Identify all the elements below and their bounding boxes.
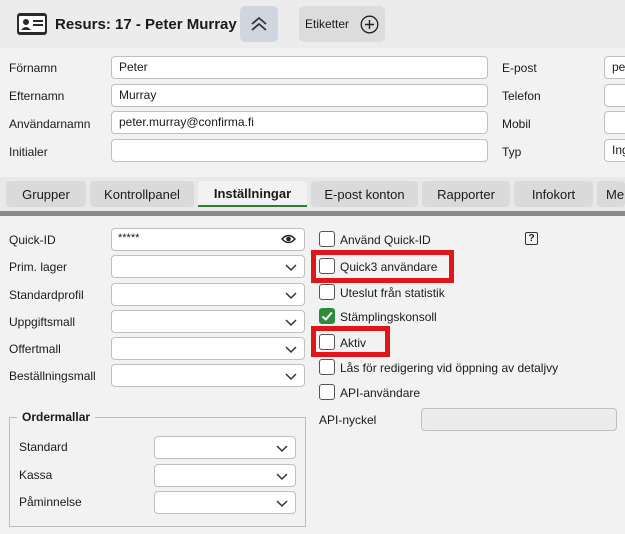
email-label: E-post bbox=[502, 61, 537, 75]
username-label: Användarnamn bbox=[9, 117, 91, 131]
collapse-button[interactable] bbox=[240, 6, 278, 42]
mobile-field[interactable] bbox=[604, 111, 625, 134]
chevron-down-icon bbox=[285, 264, 297, 272]
plus-circle-icon bbox=[360, 15, 379, 34]
api-key-label: API-nyckel bbox=[319, 413, 377, 427]
chevron-down-icon bbox=[276, 500, 288, 508]
offer-template-label: Offertmall bbox=[9, 342, 61, 356]
type-label: Typ bbox=[502, 145, 522, 159]
page-title: Resurs: 17 - Peter Murray bbox=[55, 16, 237, 33]
double-chevron-up-icon bbox=[251, 16, 267, 31]
tab-infokort[interactable]: Infokort bbox=[514, 181, 593, 207]
quick3-user-checkbox[interactable] bbox=[319, 258, 335, 274]
username-field[interactable]: peter.murray@confirma.fi bbox=[111, 111, 488, 134]
api-user-label: API-användare bbox=[340, 386, 421, 400]
ordermallar-legend: Ordermallar bbox=[17, 410, 96, 424]
mobile-label: Mobil bbox=[502, 117, 531, 131]
task-template-select[interactable] bbox=[111, 310, 305, 333]
stamping-console-checkbox[interactable] bbox=[319, 308, 335, 324]
offer-template-select[interactable] bbox=[111, 337, 305, 360]
ordermallar-kassa-label: Kassa bbox=[19, 468, 53, 482]
ordermallar-standard-select[interactable] bbox=[154, 436, 296, 459]
phone-field[interactable] bbox=[604, 84, 625, 107]
stock-label: Prim. lager bbox=[9, 260, 68, 274]
type-select[interactable]: Ing bbox=[604, 139, 625, 162]
chevron-down-icon bbox=[276, 445, 288, 453]
stamping-console-label: Stämplingskonsoll bbox=[340, 310, 437, 324]
api-user-checkbox[interactable] bbox=[319, 384, 335, 400]
ordermallar-standard-label: Standard bbox=[19, 440, 68, 454]
lock-editing-checkbox[interactable] bbox=[319, 359, 335, 375]
phone-label: Telefon bbox=[502, 89, 541, 103]
profile-select[interactable] bbox=[111, 283, 305, 306]
firstname-label: Förnamn bbox=[9, 61, 58, 75]
initials-field[interactable] bbox=[111, 139, 488, 162]
exclude-statistics-label: Uteslut från statistik bbox=[340, 286, 445, 300]
order-template-label: Beställningsmall bbox=[9, 369, 96, 383]
tab-divider bbox=[0, 211, 625, 216]
exclude-statistics-checkbox[interactable] bbox=[319, 284, 335, 300]
active-label: Aktiv bbox=[340, 336, 367, 350]
id-card-icon bbox=[17, 13, 47, 35]
chevron-down-icon bbox=[276, 473, 288, 481]
chevron-down-icon bbox=[285, 346, 297, 354]
help-icon[interactable]: ? bbox=[525, 232, 538, 245]
quickid-value: ***** bbox=[118, 232, 140, 244]
initials-label: Initialer bbox=[9, 145, 48, 159]
tab-kontrollpanel[interactable]: Kontrollpanel bbox=[90, 181, 194, 207]
lastname-label: Efternamn bbox=[9, 89, 65, 103]
tags-button[interactable]: Etiketter bbox=[299, 6, 385, 42]
use-quickid-checkbox[interactable] bbox=[319, 231, 335, 247]
checkmark-icon bbox=[321, 311, 333, 321]
email-field[interactable]: pe bbox=[604, 56, 625, 79]
tab-more[interactable]: Me bbox=[597, 181, 625, 207]
tab-rapporter[interactable]: Rapporter bbox=[422, 181, 510, 207]
stock-select[interactable] bbox=[111, 255, 305, 278]
ordermallar-reminder-select[interactable] bbox=[154, 491, 296, 514]
chevron-down-icon bbox=[285, 319, 297, 327]
tags-label: Etiketter bbox=[305, 17, 350, 31]
quick3-user-label: Quick3 användare bbox=[340, 260, 438, 274]
order-template-select[interactable] bbox=[111, 364, 305, 387]
api-key-field[interactable] bbox=[421, 408, 617, 431]
quickid-label: Quick-ID bbox=[9, 233, 56, 247]
firstname-field[interactable]: Peter bbox=[111, 56, 488, 79]
chevron-down-icon bbox=[285, 292, 297, 300]
tab-installningar[interactable]: Inställningar bbox=[198, 181, 307, 207]
lastname-field[interactable]: Murray bbox=[111, 84, 488, 107]
ordermallar-reminder-label: Påminnelse bbox=[19, 495, 82, 509]
tab-grupper[interactable]: Grupper bbox=[6, 181, 86, 207]
ordermallar-kassa-select[interactable] bbox=[154, 464, 296, 487]
chevron-down-icon bbox=[285, 373, 297, 381]
active-checkbox[interactable] bbox=[319, 334, 335, 350]
lock-editing-label: Lås för redigering vid öppning av detalj… bbox=[340, 361, 559, 375]
use-quickid-label: Använd Quick-ID bbox=[340, 233, 431, 247]
tab-epost-konton[interactable]: E-post konton bbox=[311, 181, 418, 207]
eye-icon[interactable] bbox=[281, 233, 296, 245]
quickid-field[interactable]: ***** bbox=[111, 228, 305, 251]
task-template-label: Uppgiftsmall bbox=[9, 315, 76, 329]
profile-label: Standardprofil bbox=[9, 288, 84, 302]
